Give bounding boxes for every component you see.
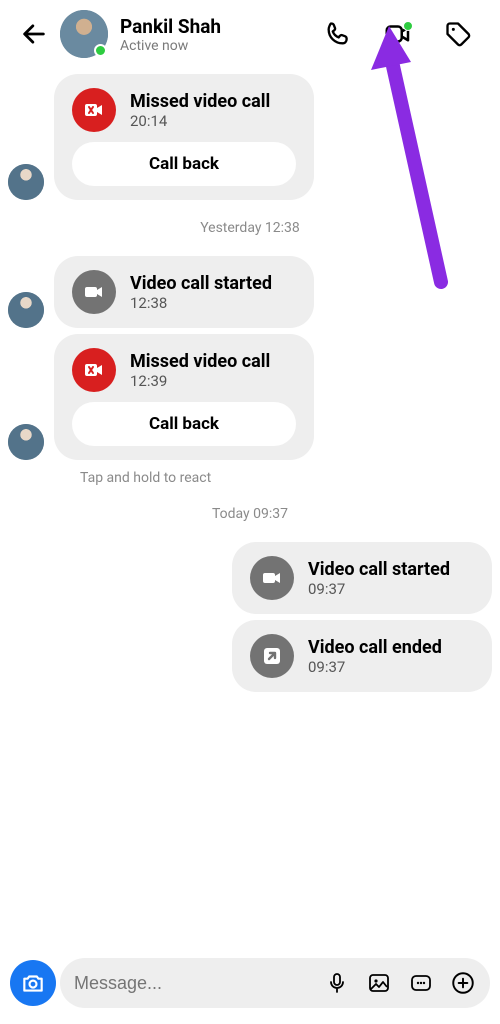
message-row: Video call started 12:38 — [8, 256, 492, 328]
sender-avatar[interactable] — [8, 164, 44, 200]
call-bubble[interactable]: Missed video call 12:39 Call back — [54, 334, 314, 460]
call-time: 12:39 — [130, 372, 270, 390]
sender-avatar[interactable] — [8, 292, 44, 328]
contact-name: Pankil Shah — [120, 15, 304, 38]
mic-icon — [325, 971, 349, 995]
gallery-button[interactable] — [358, 962, 400, 1004]
contact-avatar[interactable] — [60, 10, 108, 58]
composer — [0, 946, 500, 1024]
call-title: Missed video call — [130, 351, 270, 372]
missed-video-icon — [72, 348, 116, 392]
call-title: Video call ended — [308, 637, 442, 658]
message-row: Missed video call 20:14 Call back — [8, 74, 492, 200]
camera-icon — [20, 970, 46, 996]
tag-icon — [444, 20, 472, 48]
call-back-button[interactable]: Call back — [72, 142, 296, 186]
call-title: Video call started — [308, 559, 450, 580]
contact-title-block[interactable]: Pankil Shah Active now — [120, 15, 304, 54]
call-bubble[interactable]: Video call ended 09:37 — [232, 620, 492, 692]
contact-status: Active now — [120, 38, 304, 54]
timestamp-divider: Yesterday 12:38 — [8, 220, 492, 236]
back-button[interactable] — [16, 16, 52, 52]
video-started-icon — [250, 556, 294, 600]
sender-avatar[interactable] — [8, 424, 44, 460]
video-ended-icon — [250, 634, 294, 678]
tag-button[interactable] — [438, 14, 478, 54]
chat-header: Pankil Shah Active now — [0, 0, 500, 68]
message-row: Video call ended 09:37 — [8, 620, 492, 692]
voice-message-button[interactable] — [316, 962, 358, 1004]
message-input-pill — [60, 958, 490, 1008]
sticker-button[interactable] — [400, 962, 442, 1004]
sticker-icon — [409, 971, 433, 995]
presence-dot-icon — [403, 21, 413, 31]
arrow-left-icon — [20, 20, 48, 48]
camera-button[interactable] — [10, 960, 56, 1006]
message-input[interactable] — [74, 973, 316, 994]
presence-dot-icon — [94, 44, 107, 57]
phone-icon — [324, 20, 352, 48]
reaction-hint: Tap and hold to react — [80, 470, 492, 486]
call-time: 09:37 — [308, 658, 442, 676]
call-title: Video call started — [130, 273, 272, 294]
call-title: Missed video call — [130, 91, 270, 112]
image-icon — [367, 971, 391, 995]
plus-circle-icon — [450, 970, 476, 996]
call-bubble[interactable]: Video call started 12:38 — [54, 256, 314, 328]
call-bubble[interactable]: Missed video call 20:14 Call back — [54, 74, 314, 200]
call-time: 20:14 — [130, 112, 270, 130]
timestamp-divider: Today 09:37 — [8, 506, 492, 522]
call-back-button[interactable]: Call back — [72, 402, 296, 446]
video-started-icon — [72, 270, 116, 314]
call-bubble[interactable]: Video call started 09:37 — [232, 542, 492, 614]
message-row: Video call started 09:37 — [8, 542, 492, 614]
call-time: 09:37 — [308, 580, 450, 598]
message-thread: Missed video call 20:14 Call back Yester… — [0, 74, 500, 692]
call-time: 12:38 — [130, 294, 272, 312]
video-call-button[interactable] — [378, 14, 418, 54]
missed-video-icon — [72, 88, 116, 132]
add-button[interactable] — [442, 962, 484, 1004]
voice-call-button[interactable] — [318, 14, 358, 54]
message-row: Missed video call 12:39 Call back — [8, 334, 492, 460]
